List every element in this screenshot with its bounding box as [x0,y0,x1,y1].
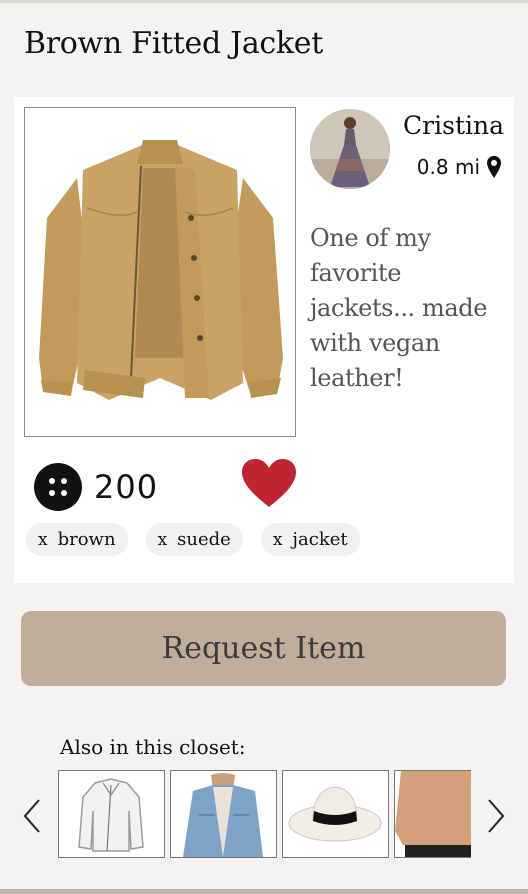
tag-jacket[interactable]: x jacket [260,523,360,556]
white-leather-jacket-thumb [59,771,164,857]
top-divider [0,0,528,3]
tag-label: brown [57,529,116,550]
like-button[interactable] [240,457,298,513]
seller-avatar[interactable] [310,109,390,189]
points-value: 200 [94,468,159,506]
request-item-button[interactable]: Request Item [21,611,506,686]
seller-avatar-photo [310,109,390,189]
closet-section-label: Also in this closet: [60,735,246,759]
heart-icon [242,459,296,507]
remove-tag-icon[interactable]: x [38,530,48,550]
item-description: One of my favorite jackets... made with … [310,224,488,392]
button-coin-icon [34,463,82,511]
closet-item[interactable] [394,770,471,858]
chevron-left-icon [23,799,40,833]
closet-carousel [58,770,471,860]
suede-jacket-image [39,140,283,400]
tag-label: suede [177,529,231,550]
tan-sweater-thumb [395,771,471,857]
closet-item[interactable] [58,770,165,858]
carousel-prev-button[interactable] [22,798,42,838]
distance-text: 0.8 mi [416,155,480,179]
points-display: 200 [34,463,158,511]
bottom-divider [0,889,528,894]
remove-tag-icon[interactable]: x [158,530,168,550]
product-image[interactable] [24,107,296,437]
denim-jacket-thumb [171,771,276,857]
page-title: Brown Fitted Jacket [24,26,324,61]
remove-tag-icon[interactable]: x [273,530,283,550]
closet-item[interactable] [170,770,277,858]
tag-label: jacket [292,529,348,550]
seller-name[interactable]: Cristina [403,111,504,140]
tag-suede[interactable]: x suede [145,523,243,556]
location-pin-icon [487,156,501,178]
tag-brown[interactable]: x brown [26,523,128,556]
closet-item[interactable] [282,770,389,858]
chevron-right-icon [488,799,505,833]
tag-list: x brown x suede x jacket [26,523,360,556]
carousel-next-button[interactable] [486,798,506,838]
seller-distance: 0.8 mi [417,155,502,179]
white-hat-thumb [283,771,388,857]
product-card: Cristina 0.8 mi One of my favorite jacke… [14,97,514,583]
